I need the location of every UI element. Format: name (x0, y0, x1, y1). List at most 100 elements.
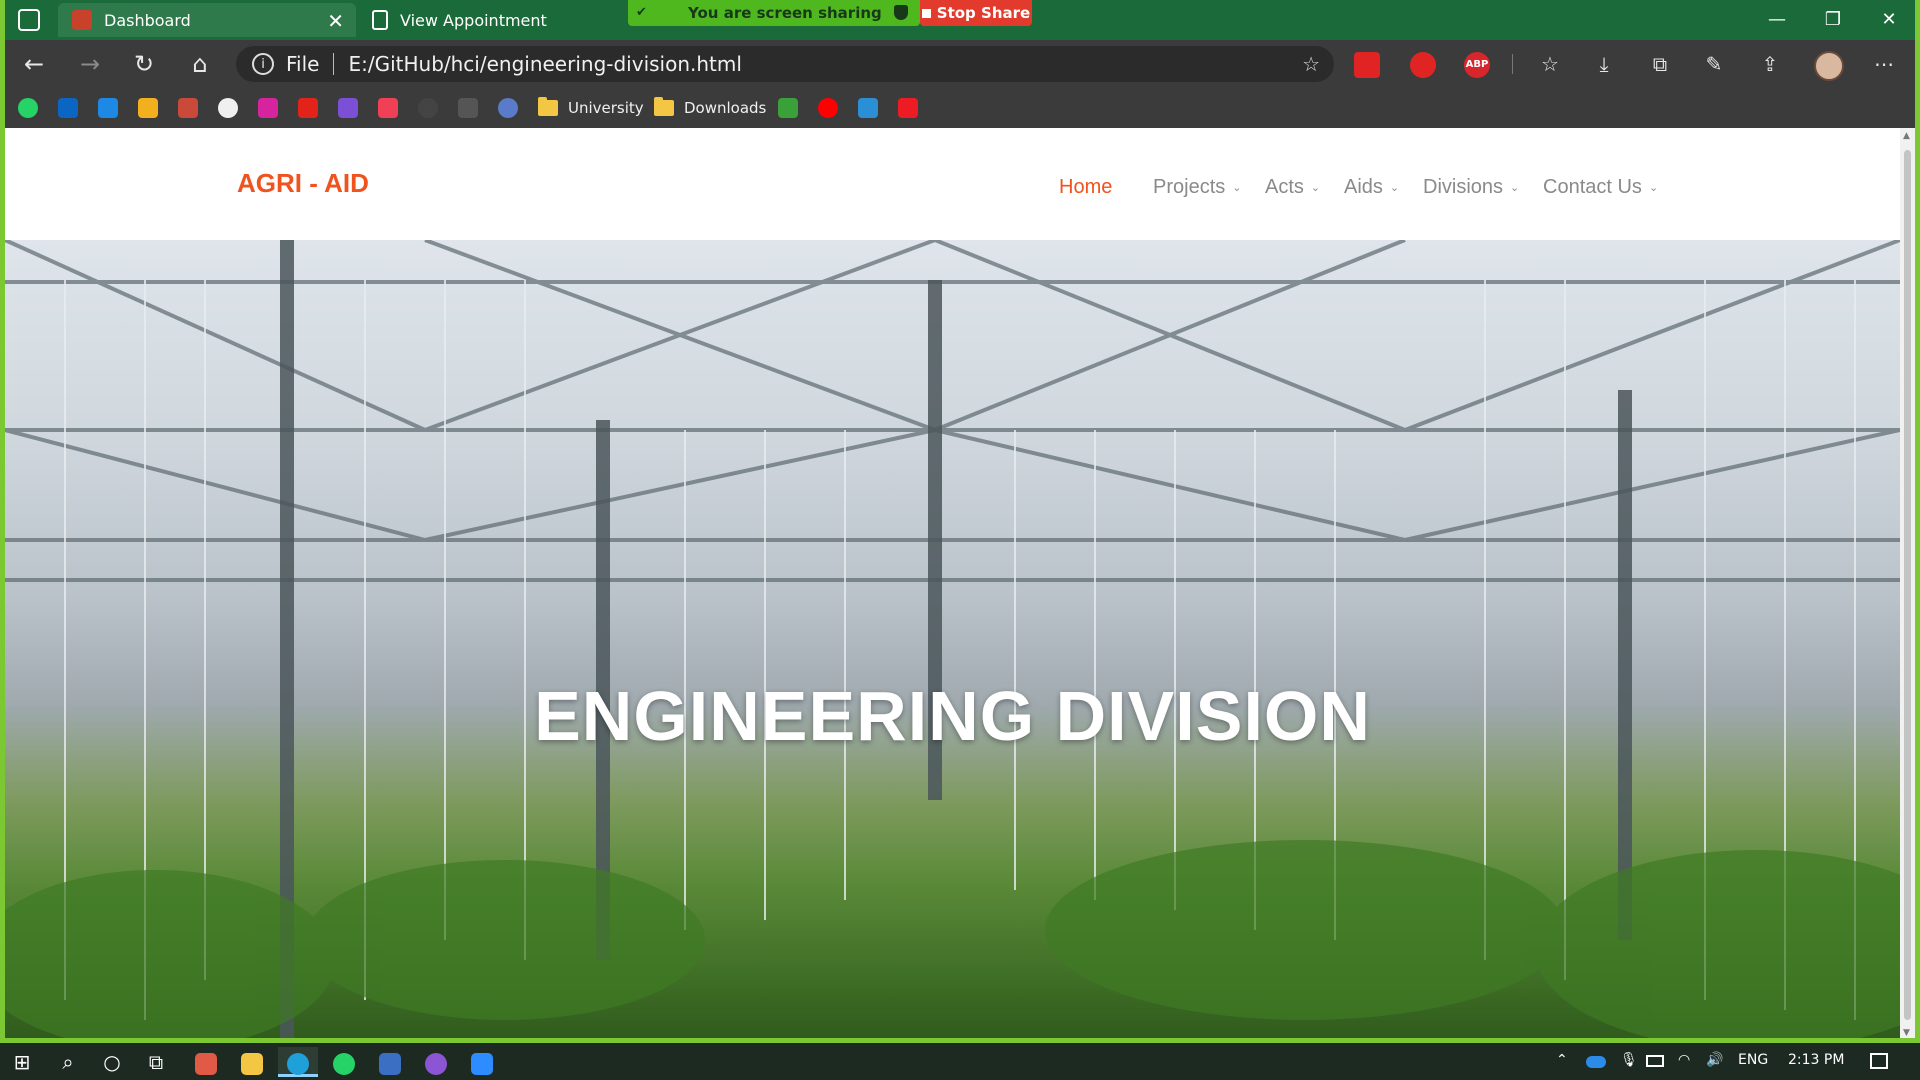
nav-projects[interactable]: Projects ⌄ (1153, 176, 1241, 199)
extension-shield-icon[interactable] (1410, 52, 1436, 78)
nav-label: Acts (1265, 176, 1304, 198)
bdc-bookmark-icon[interactable] (458, 98, 478, 118)
pocket-bookmark-icon[interactable] (378, 98, 398, 118)
microphone-icon[interactable]: 🎙 (1620, 1052, 1638, 1068)
tab-title: Dashboard (104, 10, 191, 30)
restore-button[interactable]: ❐ (1810, 4, 1856, 36)
nav-aids[interactable]: Aids ⌄ (1344, 176, 1399, 199)
onedrive-icon[interactable] (1586, 1056, 1606, 1068)
youtube-bookmark-icon[interactable] (818, 98, 838, 118)
adblock-icon[interactable]: ABP (1464, 52, 1490, 78)
bookmark-folder-downloads[interactable]: Downloads (654, 96, 766, 120)
back-button[interactable]: ← (18, 48, 50, 80)
notifications-icon[interactable] (1870, 1053, 1888, 1069)
page-scrollbar[interactable]: ▲ ▼ (1900, 128, 1915, 1043)
close-window-button[interactable]: ✕ (1866, 4, 1912, 36)
dark-bookmark-icon[interactable] (418, 98, 438, 118)
clock[interactable]: 2:13 PM (1788, 1052, 1844, 1068)
collections-icon[interactable]: ⧉ (1646, 50, 1674, 78)
bookmarks-bar: University Downloads (0, 88, 1920, 128)
volume-icon[interactable]: 🔊 (1706, 1052, 1723, 1068)
university-site-bookmark-icon[interactable] (178, 98, 198, 118)
linkedin-bookmark-icon[interactable] (58, 98, 78, 118)
web-page: AGRI - AID Home Projects ⌄ Acts ⌄ Aids ⌄ Di… (5, 128, 1900, 1043)
address-divider (333, 53, 335, 75)
bookmark-folder-university[interactable]: University (538, 96, 644, 120)
wifi-icon[interactable]: ◠ (1678, 1052, 1690, 1068)
nav-acts[interactable]: Acts ⌄ (1265, 176, 1320, 199)
toolbar-divider (1512, 54, 1513, 74)
web-capture-icon[interactable]: ✎ (1700, 50, 1728, 78)
github-desktop-icon[interactable] (416, 1047, 456, 1077)
app-d-bookmark-icon[interactable] (338, 98, 358, 118)
adobe-bookmark-icon[interactable] (898, 98, 918, 118)
github-bookmark-icon[interactable] (218, 98, 238, 118)
chevron-down-icon: ⌄ (1232, 182, 1242, 194)
github-icon (425, 1052, 447, 1075)
tab-dashboard[interactable]: Dashboard ✕ (58, 3, 356, 37)
profile-avatar[interactable] (1814, 51, 1844, 81)
media-bookmark-icon[interactable] (98, 98, 118, 118)
share-icon[interactable]: ⇪ (1756, 50, 1784, 78)
site-header: AGRI - AID Home Projects ⌄ Acts ⌄ Aids ⌄ Di… (5, 128, 1900, 240)
chevron-down-icon: ⌄ (1648, 182, 1659, 194)
hero-title: ENGINEERING DIVISION (534, 677, 1371, 755)
whatsapp-bookmark-icon[interactable] (18, 98, 38, 118)
stop-share-button[interactable]: Stop Share (920, 0, 1032, 26)
language-indicator[interactable]: ENG (1738, 1052, 1768, 1068)
x-bookmark-icon[interactable] (858, 98, 878, 118)
share-indicator-icon: ✔ (636, 5, 647, 20)
taskbar-app-chat[interactable] (186, 1047, 226, 1077)
favorites-icon[interactable]: ☆ (1536, 50, 1564, 78)
f-bookmark-icon[interactable] (778, 98, 798, 118)
scroll-down-icon[interactable]: ▼ (1903, 1028, 1910, 1038)
folder-icon (654, 97, 674, 116)
chevron-down-icon: ⌄ (1510, 182, 1520, 194)
chevron-down-icon: ⌄ (1389, 182, 1400, 194)
add-favorite-icon[interactable]: ☆ (1302, 52, 1320, 76)
bookmark-folder-label: University (568, 99, 644, 117)
extension-red-icon[interactable] (1354, 52, 1380, 78)
instagram-bookmark-icon[interactable] (258, 98, 278, 118)
home-button[interactable]: ⌂ (184, 48, 216, 80)
forward-button[interactable]: → (74, 48, 106, 80)
show-hidden-icons[interactable]: ⌃ (1556, 1052, 1568, 1068)
nav-divisions[interactable]: Divisions ⌄ (1423, 176, 1519, 199)
nav-contact-us[interactable]: Contact Us ⌄ (1543, 176, 1658, 199)
greenhouse-illustration (5, 240, 1900, 1043)
url-text[interactable]: E:/GitHub/hci/engineering-division.html (348, 52, 741, 76)
task-view-icon[interactable]: ⧉ (136, 1047, 176, 1077)
file-explorer-icon[interactable] (232, 1047, 272, 1077)
refresh-button[interactable]: ↻ (128, 48, 160, 80)
info-icon[interactable]: i (252, 53, 274, 75)
app-bookmark-icon[interactable] (138, 98, 158, 118)
app-icon (195, 1052, 217, 1075)
search-icon[interactable]: ⌕ (48, 1047, 88, 1077)
more-options-icon[interactable]: ⋯ (1870, 50, 1898, 78)
downloads-icon[interactable]: ⤓ (1590, 50, 1618, 78)
nav-home[interactable]: Home (1059, 176, 1112, 199)
battery-icon[interactable] (1646, 1055, 1664, 1067)
globe-bookmark-icon[interactable] (498, 98, 518, 118)
windows-start-icon[interactable]: ⊞ (2, 1047, 42, 1077)
browser-tab-strip: Dashboard ✕ View Appointment ✔ You are s… (0, 0, 1920, 40)
whatsapp-taskbar-icon[interactable] (324, 1047, 364, 1077)
minimize-button[interactable]: — (1754, 4, 1800, 36)
virtualbox-icon[interactable] (370, 1047, 410, 1077)
close-icon[interactable]: ✕ (327, 9, 344, 33)
address-bar[interactable]: i File E:/GitHub/hci/engineering-divisio… (236, 46, 1334, 82)
huawei-bookmark-icon[interactable] (298, 98, 318, 118)
stop-icon (921, 8, 931, 18)
cortana-icon[interactable]: ○ (92, 1047, 132, 1077)
site-logo[interactable]: AGRI - AID (237, 168, 369, 199)
stop-share-label: Stop Share (936, 4, 1031, 22)
tab-view-appointment[interactable]: View Appointment (358, 3, 638, 37)
screen-share-status: You are screen sharing (688, 4, 882, 22)
tab-actions-icon[interactable] (18, 9, 40, 31)
cube-icon (379, 1052, 401, 1075)
scroll-up-icon[interactable]: ▲ (1903, 131, 1910, 141)
edge-browser-icon[interactable] (278, 1047, 318, 1077)
nav-label: Aids (1344, 176, 1383, 198)
zoom-icon[interactable] (462, 1047, 502, 1077)
scrollbar-thumb[interactable] (1904, 150, 1911, 1020)
